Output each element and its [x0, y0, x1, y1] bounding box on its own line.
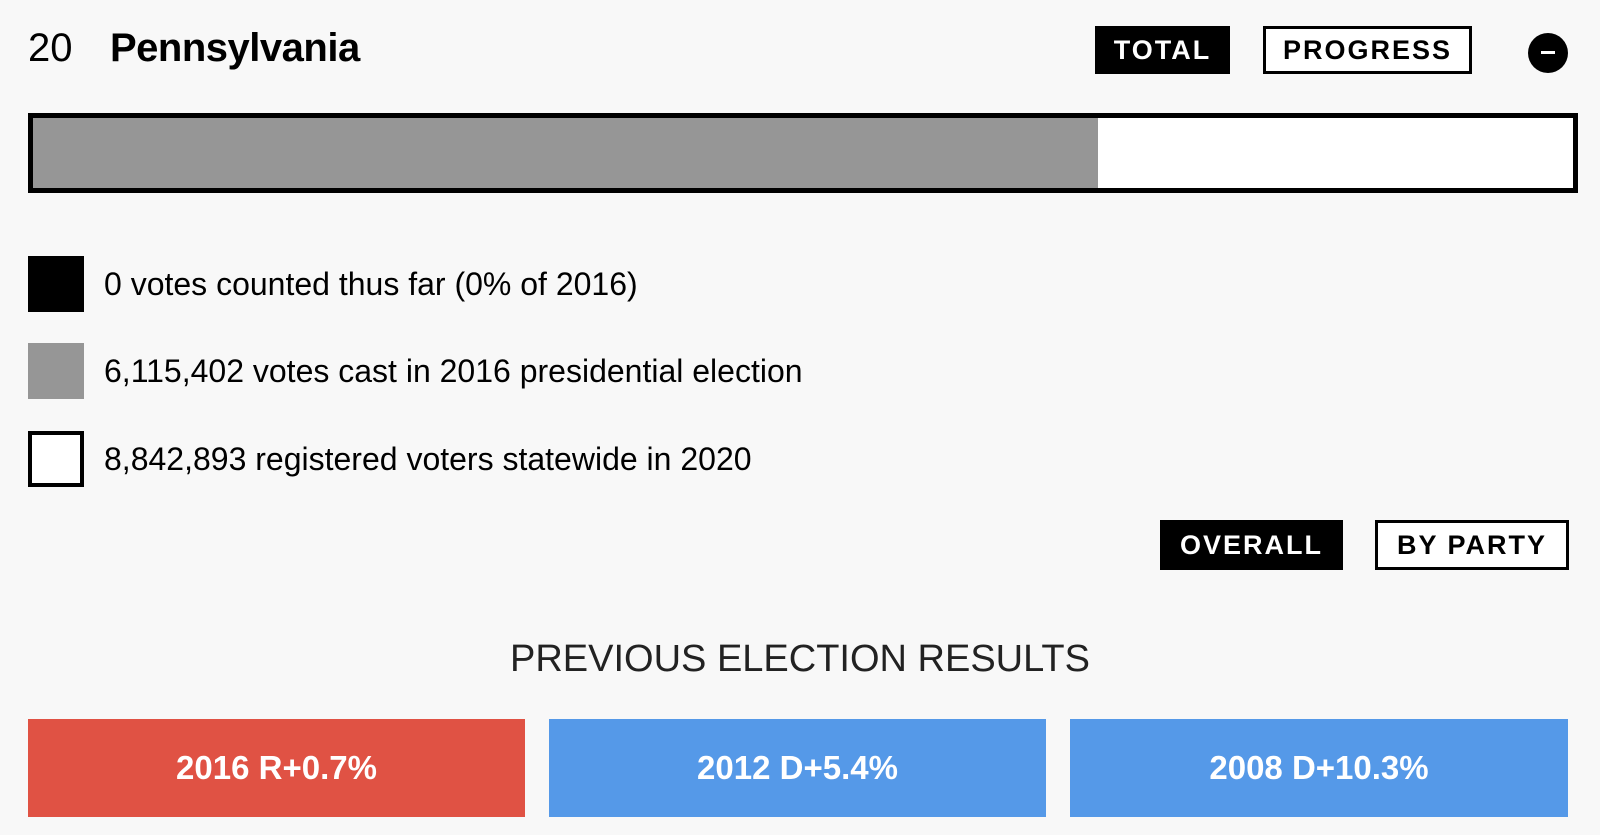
legend-item-counted: 0 votes counted thus far (0% of 2016)	[28, 256, 1028, 312]
legend-swatch-registered	[28, 431, 84, 487]
progress-fill-2016-votes	[33, 118, 1099, 188]
legend-item-2016: 6,115,402 votes cast in 2016 presidentia…	[28, 343, 1028, 399]
state-name: Pennsylvania	[110, 26, 360, 70]
by-party-toggle-button[interactable]: BY PARTY	[1375, 520, 1569, 570]
state-header: 20 Pennsylvania TOTAL PROGRESS	[28, 22, 1572, 78]
legend-label-registered: 8,842,893 registered voters statewide in…	[104, 441, 752, 477]
vote-progress-bar	[28, 113, 1578, 193]
legend-label-counted: 0 votes counted thus far (0% of 2016)	[104, 266, 638, 302]
result-2012[interactable]: 2012 D+5.4%	[549, 719, 1046, 817]
legend-swatch-2016	[28, 343, 84, 399]
progress-toggle-button[interactable]: PROGRESS	[1263, 26, 1472, 74]
previous-results-title: PREVIOUS ELECTION RESULTS	[510, 638, 1090, 680]
overall-toggle-button[interactable]: OVERALL	[1160, 520, 1343, 570]
result-2016[interactable]: 2016 R+0.7%	[28, 719, 525, 817]
legend-item-registered: 8,842,893 registered voters statewide in…	[28, 431, 1028, 487]
legend-label-2016: 6,115,402 votes cast in 2016 presidentia…	[104, 353, 803, 389]
result-2008[interactable]: 2008 D+10.3%	[1070, 719, 1568, 817]
legend-swatch-counted	[28, 256, 84, 312]
minus-glyph	[1541, 51, 1555, 54]
minus-circle-icon[interactable]	[1528, 33, 1568, 73]
electoral-votes-count: 20	[28, 26, 73, 70]
total-toggle-button[interactable]: TOTAL	[1095, 26, 1230, 74]
